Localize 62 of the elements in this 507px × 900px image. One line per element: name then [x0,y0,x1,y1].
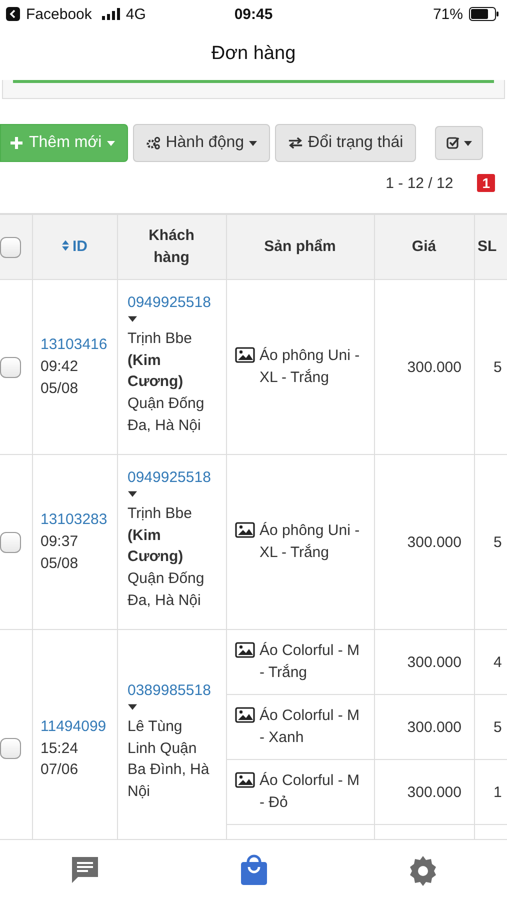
battery-icon [469,7,499,21]
product-name: Áo Colorful - M - Đỏ [260,771,361,813]
pagination-range: 1 - 12 / 12 [386,174,454,192]
row-checkbox[interactable] [0,532,21,552]
back-icon[interactable] [6,7,20,21]
order-id-link[interactable]: 13103416 [40,334,108,356]
clock: 09:45 [234,6,273,22]
price-cell: 300.000 [374,280,474,454]
back-app-label[interactable]: Facebook [26,6,92,22]
order-date: 05/08 [40,554,80,574]
product-name: Áo Colorful - M - Trắng [260,641,361,683]
column-toggle-button[interactable] [435,126,484,160]
order-date: 07/06 [40,760,80,780]
price-cell: 300.000 [374,454,474,630]
plus-icon [9,136,24,150]
customer-info: Lê Tùng Linh Quận Ba Đình, Hà Nội [128,716,210,802]
battery-percent: 71% [432,6,463,22]
row-checkbox[interactable] [0,356,21,378]
image-icon [234,642,254,658]
column-header: SL [474,214,507,280]
price-cell: 300.000 [374,760,474,824]
swap-arrows-icon [288,136,304,150]
product-name: Áo Colorful - M - Xanh [260,706,361,748]
page-title: Đơn hàng [211,43,296,65]
change-status-button[interactable]: Đổi trạng thái [275,124,416,162]
price-cell: 300.000 [374,630,474,694]
sort-icon[interactable] [62,240,68,252]
order-time: 15:24 [40,738,80,759]
customer-info: Trịnh Bbe (Kim Cương) Quận Đống Đa, Hà Nội [128,328,206,436]
phone-link[interactable]: 0389985518 [128,680,210,702]
gears-icon [146,136,161,150]
caret-icon[interactable] [128,316,136,322]
select-all-checkbox[interactable] [0,236,21,258]
page-number[interactable]: 1 [477,174,495,192]
order-date: 05/08 [40,378,80,399]
order-id-link[interactable]: 13103283 [40,509,108,532]
column-header: Sản phẩm [226,214,374,280]
image-icon [234,347,254,364]
order-time: 09:37 [40,532,80,552]
price-cell: 300.000 [374,694,474,760]
checkbox-icon [446,136,462,150]
actions-button[interactable]: Hành động [132,124,270,162]
image-icon [234,522,254,538]
column-header: Khách hàng [117,214,226,280]
image-icon [234,707,254,724]
caret-icon[interactable] [128,490,136,497]
sort-column-header[interactable]: ID [32,214,117,280]
product-name: Áo phông Uni - XL - Trắng [260,521,361,563]
network-label: 4G [126,6,146,22]
add-new-button[interactable]: Thêm mới [0,124,128,162]
signal-icon [102,8,120,20]
column-header: Giá [374,214,474,280]
order-id-link[interactable]: 11494099 [40,716,108,738]
customer-info: Trịnh Bbe (Kim Cương) Quận Đống Đa, Hà Nội [128,504,206,611]
caret-icon [464,140,472,146]
caret-icon[interactable] [128,704,136,710]
image-icon [234,772,254,788]
phone-link[interactable]: 0949925518 [128,292,210,314]
phone-link[interactable]: 0949925518 [128,467,210,489]
product-name: Áo phông Uni - XL - Trắng [260,346,361,388]
row-checkbox[interactable] [0,738,21,759]
order-time: 09:42 [40,357,80,378]
